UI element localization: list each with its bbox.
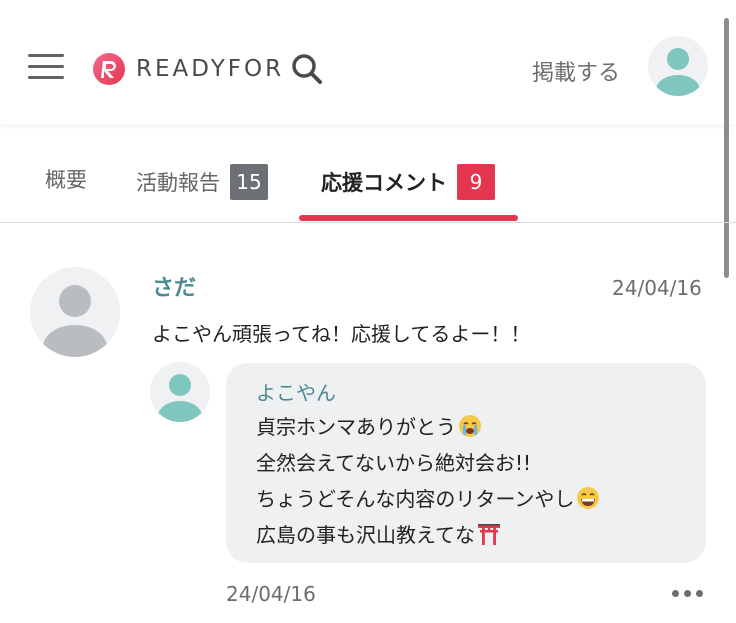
reply-line-text: 広島の事も沢山教えてな [256, 523, 475, 547]
reply-line: 全然会えてないから絶対会お!! [256, 447, 531, 476]
loudly-crying-face-emoji-icon [459, 415, 481, 437]
reply-line: 広島の事も沢山教えてな [256, 519, 501, 548]
tab-activity-reports[interactable]: 活動報告 15 [136, 164, 268, 200]
reply-line-text: 貞宗ホンマありがとう [256, 415, 456, 439]
reply-line-text: 全然会えてないから絶対会お!! [256, 451, 532, 475]
commenter-avatar[interactable] [30, 267, 120, 357]
commenter-name[interactable]: さだ [152, 270, 196, 302]
search-icon[interactable] [290, 52, 324, 86]
reply-user-icon [158, 374, 202, 422]
app-header: READYFOR 掲載する [0, 0, 736, 124]
reply-date: 24/04/16 [226, 582, 316, 606]
tab-bar: 概要 活動報告 15 応援コメント 9 [0, 124, 736, 223]
activity-reports-count-badge: 15 [230, 164, 268, 200]
more-options-icon[interactable] [670, 588, 706, 600]
reply-line: ちょうどそんな内容のリターンやし [256, 483, 600, 512]
logo-text: READYFOR [136, 56, 285, 82]
grinning-face-emoji-icon [577, 487, 600, 509]
readyfor-logo[interactable]: READYFOR [92, 52, 284, 86]
reply-line: 貞宗ホンマありがとう [256, 411, 482, 440]
publish-link[interactable]: 掲載する [532, 55, 620, 87]
user-avatar[interactable] [648, 36, 708, 96]
tab-overview[interactable]: 概要 [45, 164, 87, 194]
user-avatar-icon [656, 48, 700, 96]
tab-label: 活動報告 [136, 171, 220, 195]
comment-date: 24/04/16 [612, 276, 702, 300]
tab-label: 概要 [45, 168, 87, 192]
support-comments-count-badge: 9 [457, 164, 495, 200]
default-user-icon [43, 285, 107, 357]
torii-gate-emoji-icon [478, 524, 500, 545]
tab-support-comments[interactable]: 応援コメント 9 [321, 164, 495, 200]
reply-bubble: よこやん 貞宗ホンマありがとう 全然会えてないから絶対会お!! ちょうどそんな内… [226, 363, 706, 563]
active-tab-indicator [299, 215, 518, 221]
reply-line-text: ちょうどそんな内容のリターンやし [256, 487, 575, 511]
reply-author-avatar[interactable] [150, 362, 210, 422]
reply-author-name[interactable]: よこやん [256, 377, 336, 406]
tab-label: 応援コメント [321, 171, 447, 195]
readyfor-logo-icon [93, 53, 125, 85]
comment-body: よこやん頑張ってね！応援してるよー！！ [152, 322, 531, 346]
hamburger-menu-icon[interactable] [28, 52, 64, 82]
